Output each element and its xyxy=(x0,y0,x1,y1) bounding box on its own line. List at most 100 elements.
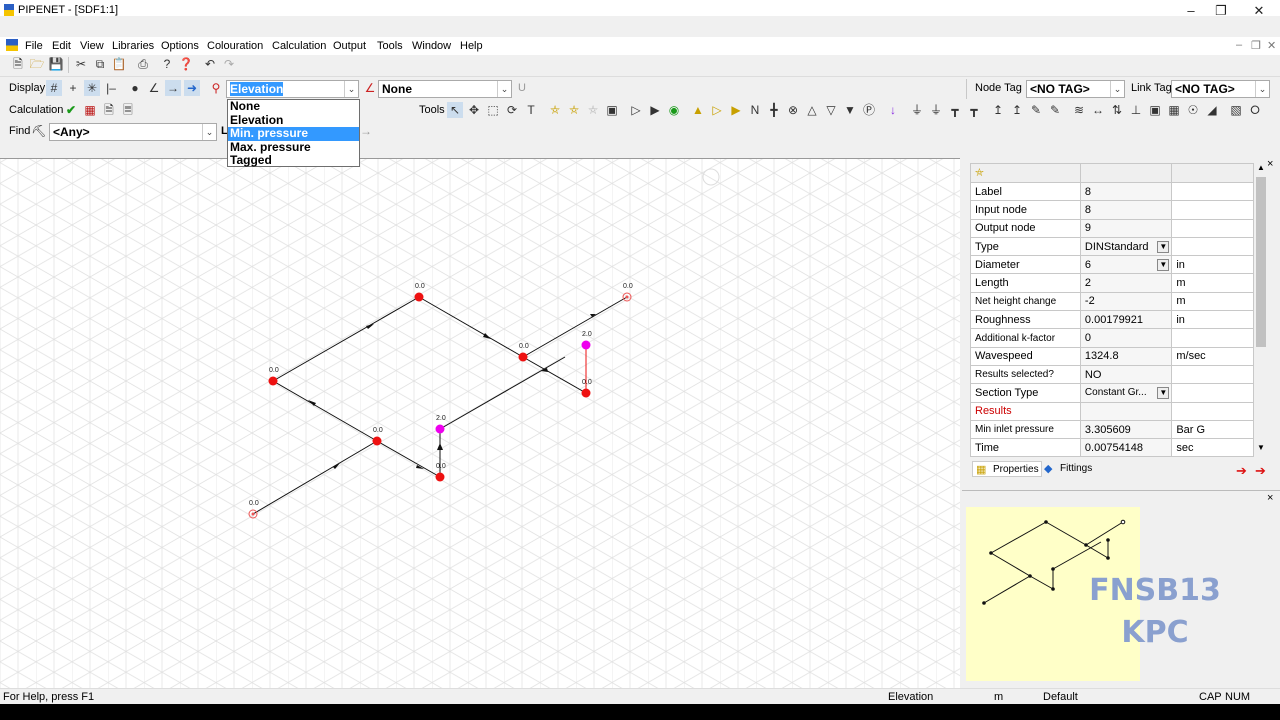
report-alt-icon[interactable]: ▧ xyxy=(1228,102,1244,118)
chevron-down-icon[interactable]: ▼ xyxy=(1157,240,1170,253)
hanger-icon[interactable]: ⊥ xyxy=(1128,102,1144,118)
undo-icon[interactable]: ↶ xyxy=(202,56,218,72)
output-icon[interactable]: 🗏 xyxy=(120,102,136,118)
menu-calculation[interactable]: Calculation xyxy=(272,40,326,52)
chevron-down-icon[interactable]: ⌄ xyxy=(1255,81,1269,97)
link-tag-select[interactable]: <NO TAG> ⌄ xyxy=(1171,80,1270,98)
cross-valve-icon[interactable]: ⊗ xyxy=(785,102,801,118)
dropdown-option-none[interactable]: None xyxy=(228,100,359,114)
spring-icon[interactable]: ≋ xyxy=(1071,102,1087,118)
network-node[interactable] xyxy=(435,472,445,482)
dropdown-option-max-pressure[interactable]: Max. pressure xyxy=(228,140,359,155)
close-icon[interactable]: × xyxy=(1267,492,1273,504)
box-icon[interactable]: ▣ xyxy=(1147,102,1163,118)
find-next-icon[interactable]: → xyxy=(358,123,374,139)
copy-icon[interactable]: ⧉ xyxy=(92,56,108,72)
open-folder-icon[interactable]: 🗁 xyxy=(29,56,45,72)
network-node[interactable] xyxy=(518,352,528,362)
tab-properties[interactable]: ▦ Properties xyxy=(972,461,1042,477)
junction-icon[interactable]: ╋ xyxy=(766,102,782,118)
save-icon[interactable]: 💾 xyxy=(48,56,64,72)
network-node[interactable] xyxy=(372,436,382,446)
calculate-icon[interactable]: ▦ xyxy=(82,102,98,118)
ground-alt-icon[interactable]: ⏚ xyxy=(928,102,944,118)
property-value[interactable]: 1324.8 xyxy=(1079,346,1173,366)
network-diagram[interactable]: 0.0 0.0 0.0 0.0 2.0 0.0 0.0 0.0 2.0 0.0 xyxy=(0,159,960,704)
scale-icon[interactable]: ⭘ xyxy=(1247,102,1263,118)
chevron-down-icon[interactable]: ⌄ xyxy=(344,81,358,97)
help-icon[interactable]: ? xyxy=(159,56,175,72)
menu-file[interactable]: File xyxy=(25,40,43,52)
up-arrow-alt-icon[interactable]: ↥ xyxy=(1009,102,1025,118)
network-canvas[interactable]: 0.0 0.0 0.0 0.0 2.0 0.0 0.0 0.0 2.0 0.0 xyxy=(0,158,960,704)
menu-view[interactable]: View xyxy=(80,40,104,52)
scroll-down-icon[interactable]: ▼ xyxy=(1257,443,1265,452)
network-node[interactable] xyxy=(581,340,591,350)
node-label-icon[interactable]: ● xyxy=(127,80,143,96)
new-file-icon[interactable]: 🗎 xyxy=(10,56,26,72)
property-value[interactable]: 0 xyxy=(1079,328,1173,348)
document-icon[interactable] xyxy=(6,39,18,51)
expansion-icon[interactable]: ⇅ xyxy=(1109,102,1125,118)
network-node[interactable] xyxy=(435,424,445,434)
menu-help[interactable]: Help xyxy=(460,40,483,52)
tee-icon[interactable]: ▼ xyxy=(842,102,858,118)
menu-options[interactable]: Options xyxy=(161,40,199,52)
property-value[interactable]: 8 xyxy=(1079,200,1173,220)
text-icon[interactable]: T xyxy=(523,102,539,118)
next-arrow-icon[interactable]: ➔ xyxy=(1255,463,1266,479)
link-colour-select[interactable]: None ⌄ xyxy=(378,80,512,98)
node-colour-dropdown-list[interactable]: None Elevation Min. pressure Max. pressu… xyxy=(227,99,360,167)
dropdown-option-tagged[interactable]: Tagged xyxy=(228,154,359,168)
property-value[interactable]: 0.00179921 xyxy=(1079,310,1173,330)
slope-icon[interactable]: ◢ xyxy=(1204,102,1220,118)
pump-icon[interactable]: ◉ xyxy=(666,102,682,118)
pipe-disabled-icon[interactable]: ⛤ xyxy=(585,102,601,118)
property-grid[interactable]: ⛤ Label 8 Input node 8 Output node 9 Typ… xyxy=(970,163,1254,458)
circle-valve-icon[interactable]: Ⓟ xyxy=(861,102,877,118)
menu-edit[interactable]: Edit xyxy=(52,40,71,52)
section-type-select[interactable]: Constant Gr... ▼ xyxy=(1079,383,1173,403)
doc-close-icon[interactable]: ✕ xyxy=(1267,39,1276,52)
property-scrollbar[interactable]: ▲ ▼ xyxy=(1254,163,1268,455)
reducer-icon[interactable]: △ xyxy=(804,102,820,118)
pipe-alt-icon[interactable]: ⛤ xyxy=(566,102,582,118)
dropdown-option-elevation[interactable]: Elevation xyxy=(228,113,359,128)
menu-window[interactable]: Window xyxy=(412,40,451,52)
equipment-icon[interactable]: ▦ xyxy=(1166,102,1182,118)
property-value[interactable]: NO xyxy=(1079,364,1173,385)
scroll-up-icon[interactable]: ▲ xyxy=(1257,163,1265,172)
nozzle-icon[interactable]: ▶ xyxy=(647,102,663,118)
pipe-icon[interactable]: ⛤ xyxy=(547,102,563,118)
asterisk-grid-icon[interactable]: ✳ xyxy=(84,80,100,96)
n-icon[interactable]: N xyxy=(747,102,763,118)
up-arrow-icon[interactable]: ↥ xyxy=(990,102,1006,118)
property-value[interactable]: 9 xyxy=(1079,218,1173,238)
axis-icon[interactable]: |– xyxy=(103,80,119,96)
node-colour-select[interactable]: Elevation ⌄ xyxy=(226,80,359,98)
orifice-icon[interactable]: ▽ xyxy=(823,102,839,118)
dropdown-option-min-pressure[interactable]: Min. pressure xyxy=(228,127,359,141)
pan-icon[interactable]: ✥ xyxy=(466,102,482,118)
property-value[interactable]: -2 xyxy=(1079,291,1173,312)
property-value[interactable]: 2 xyxy=(1079,273,1173,293)
doc-restore-icon[interactable]: ❐ xyxy=(1251,39,1261,52)
chevron-down-icon[interactable]: ▼ xyxy=(1157,387,1170,400)
find-select[interactable]: <Any> ⌄ xyxy=(49,123,217,141)
flow-direction-icon[interactable]: → xyxy=(165,80,181,96)
rotate-icon[interactable]: ⟳ xyxy=(504,102,520,118)
flow-arrow-icon[interactable]: ➜ xyxy=(184,80,200,96)
link-alt-icon[interactable]: ✎ xyxy=(1047,102,1063,118)
pump-alt-icon[interactable]: ☉ xyxy=(1185,102,1201,118)
menu-colouration[interactable]: Colouration xyxy=(207,40,263,52)
grid-icon[interactable]: # xyxy=(46,80,62,96)
redo-icon[interactable]: ↷ xyxy=(221,56,237,72)
report-icon[interactable]: 🗎 xyxy=(101,102,117,118)
network-node[interactable] xyxy=(268,376,278,386)
tab-fittings[interactable]: ◆ Fittings xyxy=(1042,461,1102,477)
chevron-down-icon[interactable]: ⌄ xyxy=(202,124,216,140)
print-icon[interactable]: ⎙ xyxy=(135,56,151,72)
cut-icon[interactable]: ✂ xyxy=(73,56,89,72)
non-return-valve-icon[interactable]: ▶ xyxy=(728,102,744,118)
doc-minimize-icon[interactable]: – xyxy=(1236,39,1242,51)
